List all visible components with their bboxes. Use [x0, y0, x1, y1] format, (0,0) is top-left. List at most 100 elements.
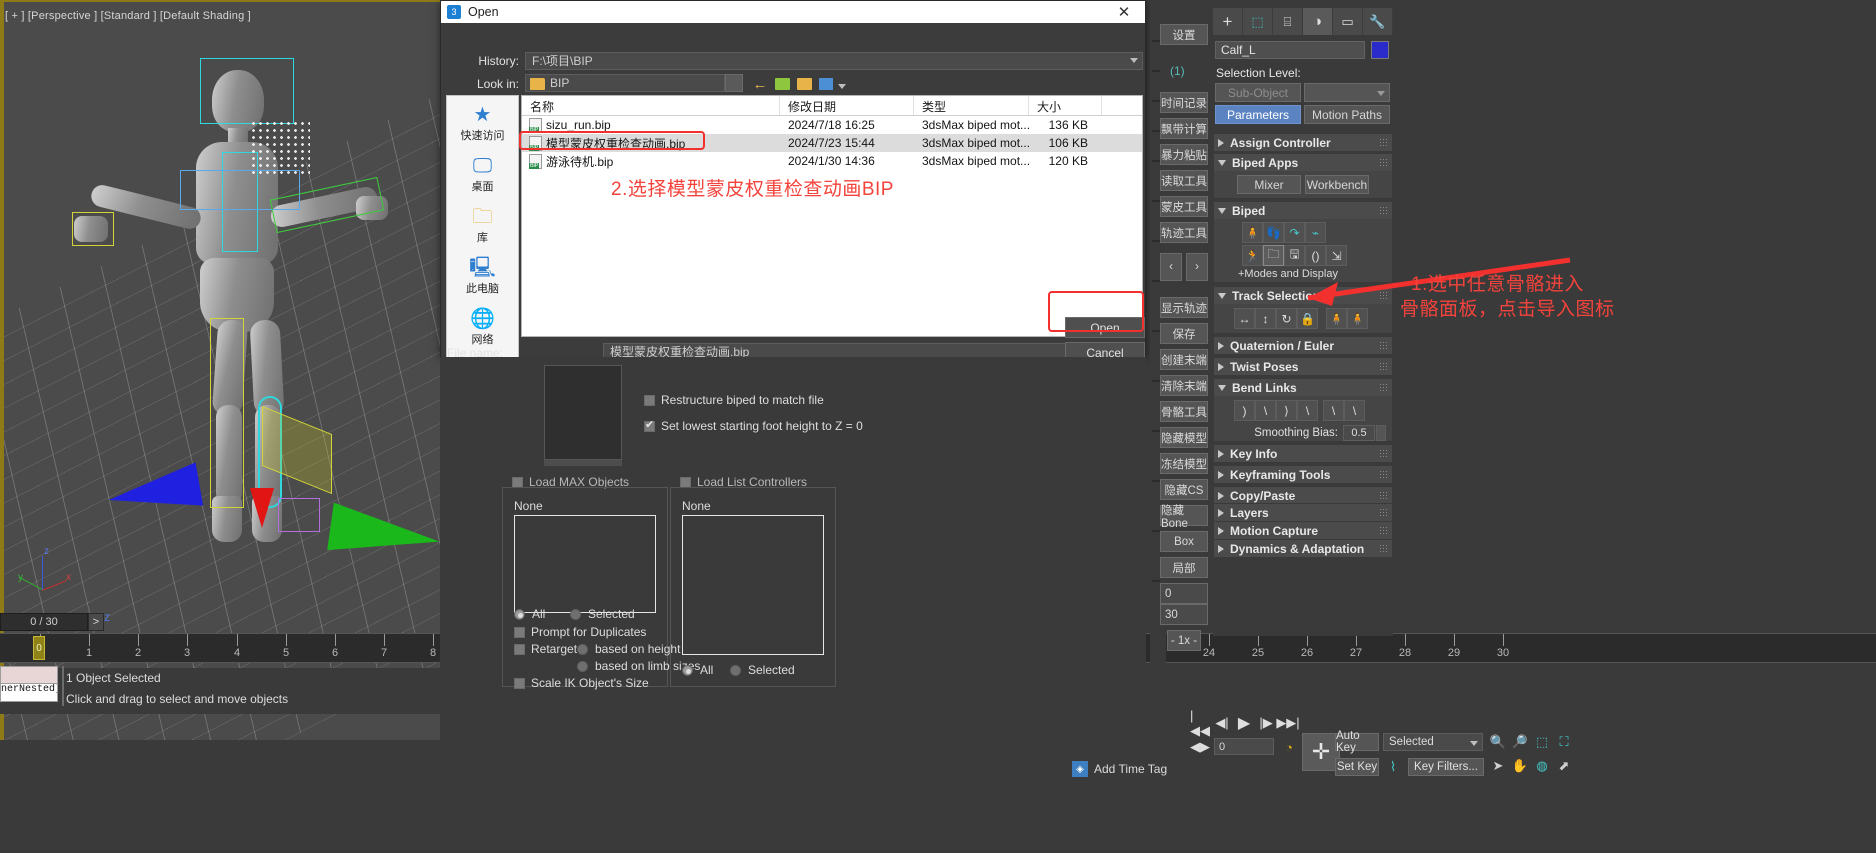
current-frame-field[interactable]: 0 — [1214, 738, 1274, 755]
new-folder-icon[interactable] — [793, 74, 815, 94]
zero-all-icon[interactable]: \ — [1344, 400, 1365, 421]
time-slider-handle[interactable]: 0 — [33, 636, 45, 660]
go-start-icon[interactable]: |◀◀ — [1190, 708, 1210, 738]
views-dropdown-icon[interactable] — [831, 76, 853, 96]
bone-tool-button[interactable]: 骨骼工具 — [1160, 401, 1208, 422]
place-this-pc[interactable]: 🖳 此电脑 — [447, 245, 518, 296]
history-combo[interactable]: F:\项目\BIP — [525, 52, 1143, 70]
zoom-all-icon[interactable]: 🔎 — [1510, 733, 1530, 751]
radio-selected[interactable] — [570, 608, 581, 620]
rollout-header[interactable]: Assign Controller — [1214, 134, 1392, 151]
open-file-dialog[interactable]: 3 Open ✕ History: F:\项目\BIP Look in: BIP… — [440, 0, 1146, 383]
next-page-button[interactable]: › — [1186, 253, 1208, 281]
mixer-mode-icon[interactable]: ⌁ — [1305, 222, 1326, 243]
freeze-model-button[interactable]: 冻结模型 — [1160, 453, 1208, 474]
speed-button[interactable]: - 1x - — [1167, 630, 1201, 651]
rollout-twist-poses[interactable]: Twist Poses — [1213, 357, 1393, 376]
retarget-row[interactable]: Retarget — [514, 642, 577, 656]
column-name[interactable]: 名称 — [522, 96, 780, 115]
scale-ik-checkbox[interactable] — [514, 677, 525, 689]
object-color-swatch[interactable] — [1371, 41, 1389, 59]
time-record-button[interactable]: 时间记录 — [1160, 92, 1208, 113]
set-key-mode-icon[interactable]: ⌇ — [1383, 758, 1403, 776]
footstep-mode-icon[interactable]: 👣 — [1263, 222, 1284, 243]
go-end-icon[interactable]: ▶▶| — [1276, 714, 1299, 732]
list-controllers-radio-selected[interactable]: Selected — [730, 663, 795, 677]
frame-next-button[interactable]: > — [88, 613, 104, 631]
rollout-key-info[interactable]: Key Info — [1213, 444, 1393, 463]
set-key-button[interactable]: Set Key — [1335, 758, 1379, 776]
frame-counter-field[interactable]: 0 / 30 — [0, 613, 88, 631]
ribbon-calc-button[interactable]: 飘带计算 — [1160, 118, 1208, 139]
places-sidebar[interactable]: ★ 快速访问 🖵 桌面 🗀 库 🖳 此电脑 🌐 网络 — [446, 95, 519, 380]
radio-based-on-limb[interactable] — [577, 660, 588, 672]
key-filters-button[interactable]: Key Filters... — [1408, 758, 1484, 776]
show-track-button[interactable]: 显示轨迹 — [1160, 297, 1208, 318]
list-controllers-list[interactable] — [682, 515, 824, 655]
settings-button[interactable]: 设置 — [1160, 24, 1208, 45]
prompt-duplicates-checkbox[interactable] — [514, 626, 525, 638]
maxscript-mini-listener[interactable]: nerNested] — [0, 666, 58, 702]
restructure-checkbox[interactable] — [644, 394, 655, 406]
tab-modify[interactable]: ⬚ — [1243, 8, 1273, 35]
range-start-field[interactable]: 0 — [1160, 583, 1208, 604]
orbit-icon[interactable]: ◍ — [1532, 757, 1552, 775]
force-paste-button[interactable]: 暴力粘贴 — [1160, 144, 1208, 165]
lookin-combo[interactable]: BIP — [525, 74, 725, 92]
rollout-header[interactable]: Quaternion / Euler — [1214, 337, 1392, 354]
time-configuration-icon[interactable]: ◔ — [1280, 738, 1298, 756]
twist-links-mode-icon[interactable]: \ — [1255, 400, 1276, 421]
restructure-checkbox-row[interactable]: Restructure biped to match file — [644, 393, 824, 407]
local-button[interactable]: 局部 — [1160, 557, 1208, 578]
biped-playback-icon[interactable]: 🏃 — [1242, 245, 1263, 266]
motion-paths-button[interactable]: Motion Paths — [1304, 105, 1390, 124]
rollout-quaternion-euler[interactable]: Quaternion / Euler — [1213, 336, 1393, 355]
mixer-button[interactable]: Mixer — [1237, 175, 1301, 194]
motion-flow-mode-icon[interactable]: ↷ — [1284, 222, 1305, 243]
zero-twist-icon[interactable]: \ — [1323, 400, 1344, 421]
key-filter-set-combo[interactable]: Selected — [1383, 733, 1483, 751]
play-icon[interactable]: ▶ — [1234, 714, 1254, 732]
bend-links-mode-icon[interactable]: ) — [1234, 400, 1255, 421]
range-end-field[interactable]: 30 — [1160, 604, 1208, 625]
prev-page-button[interactable]: ‹ — [1160, 253, 1182, 281]
rollout-layers[interactable]: Layers — [1213, 503, 1393, 522]
prompt-duplicates-row[interactable]: Prompt for Duplicates — [514, 625, 646, 639]
column-size[interactable]: 大小 — [1029, 96, 1102, 115]
lowest-foot-checkbox-row[interactable]: Set lowest starting foot height to Z = 0 — [644, 418, 863, 433]
column-type[interactable]: 类型 — [914, 96, 1029, 115]
retarget-checkbox[interactable] — [514, 643, 525, 655]
close-icon[interactable]: ✕ — [1103, 1, 1145, 23]
scale-ik-row[interactable]: Scale IK Object's Size — [514, 676, 649, 690]
rollout-header[interactable]: Key Info — [1214, 445, 1392, 462]
tab-display[interactable]: ▭ — [1333, 8, 1363, 35]
load-max-objects-checkbox[interactable] — [512, 476, 523, 488]
rollout-header[interactable]: Motion Capture — [1214, 522, 1392, 539]
rollout-header[interactable]: Dynamics & Adaptation — [1214, 540, 1392, 557]
radio-all[interactable] — [682, 664, 693, 676]
tab-motion[interactable]: ◑ — [1303, 8, 1333, 35]
radio-selected[interactable] — [730, 664, 741, 676]
rollout-dynamics-adaptation[interactable]: Dynamics & Adaptation — [1213, 539, 1393, 558]
rollout-bend-links[interactable]: Bend Links ) \ ⟩ \ \ \ Smoothing Bias: 0… — [1213, 378, 1393, 442]
rollout-motion-capture[interactable]: Motion Capture — [1213, 521, 1393, 540]
skin-tool-button[interactable]: 蒙皮工具 — [1160, 196, 1208, 217]
zoom-extents-icon[interactable]: ⬚ — [1532, 733, 1552, 751]
load-list-controllers-checkbox[interactable] — [680, 476, 691, 488]
hide-bone-button[interactable]: 隐藏Bone — [1160, 505, 1208, 530]
list-controllers-radio-all[interactable]: All — [682, 663, 713, 677]
rollout-assign-controller[interactable]: Assign Controller — [1213, 133, 1393, 152]
rollout-header[interactable]: Biped — [1214, 202, 1392, 219]
smooth-twist-mode-icon[interactable]: \ — [1297, 400, 1318, 421]
object-name-field[interactable]: Calf_L — [1215, 41, 1365, 59]
rollout-keyframing-tools[interactable]: Keyframing Tools — [1213, 465, 1393, 484]
workbench-button[interactable]: Workbench — [1305, 175, 1369, 194]
rollout-header[interactable]: Biped Apps — [1214, 154, 1392, 171]
max-objects-radio-all[interactable]: All — [514, 607, 545, 621]
clear-end-button[interactable]: 清除末端 — [1160, 375, 1208, 396]
tab-hierarchy[interactable]: ⌸ — [1273, 8, 1303, 35]
rollout-header[interactable]: Keyframing Tools — [1214, 466, 1392, 483]
gizmo-axis-z-arrow[interactable] — [250, 488, 274, 528]
hide-cs-button[interactable]: 隐藏CS — [1160, 479, 1208, 500]
rollout-header[interactable]: Layers — [1214, 504, 1392, 521]
